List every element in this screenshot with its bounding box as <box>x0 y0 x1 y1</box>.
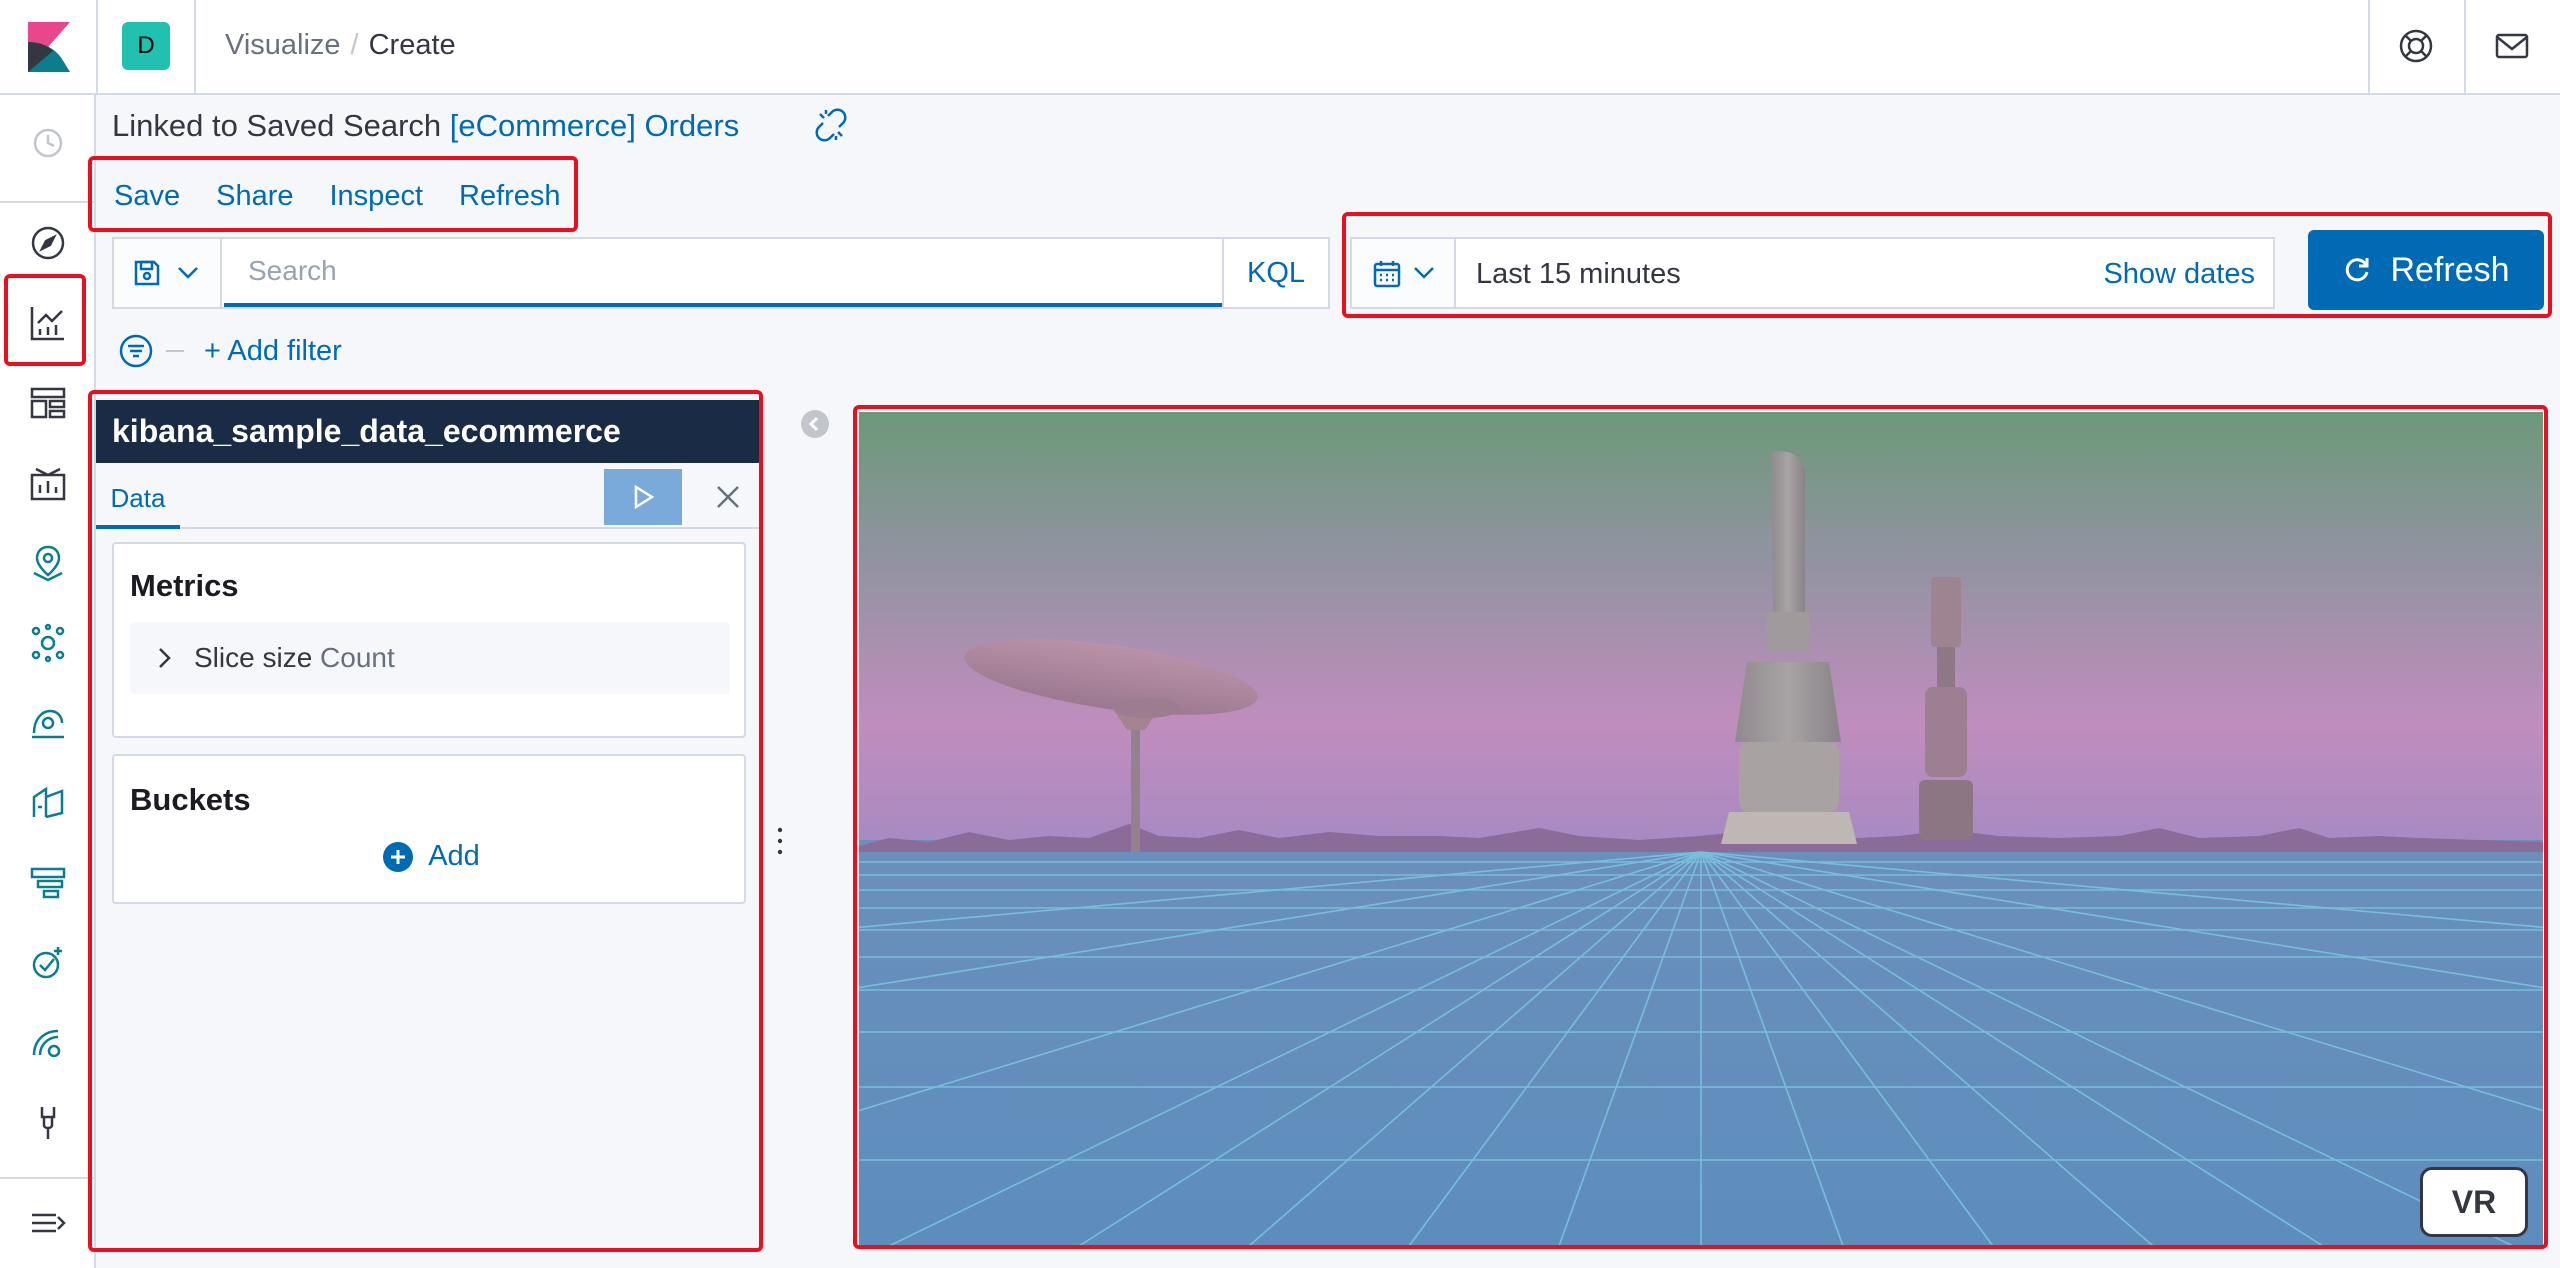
breadcrumb-create: Create <box>368 29 456 61</box>
save-button[interactable]: Save <box>114 180 180 213</box>
quick-menu-button[interactable] <box>1352 239 1456 307</box>
dev-tools-icon[interactable] <box>28 1023 68 1063</box>
metric-agg-type: Count <box>320 642 395 673</box>
help-icon[interactable] <box>2398 28 2434 64</box>
chevron-down-icon <box>178 267 198 279</box>
header-divider <box>2368 0 2370 95</box>
show-dates-button[interactable]: Show dates <box>2103 258 2255 291</box>
top-nav-menu: Save Share Inspect Refresh <box>114 180 561 213</box>
date-picker: Last 15 minutes Show dates <box>1350 237 2275 309</box>
canvas-icon[interactable] <box>28 463 68 503</box>
tab-data[interactable]: Data <box>96 463 180 529</box>
filter-separator <box>166 350 184 352</box>
saved-search-name[interactable]: [eCommerce] Orders <box>450 108 739 143</box>
calendar-icon <box>1373 261 1401 288</box>
metric-agg-label: Slice size Count <box>194 642 395 674</box>
kql-language-toggle[interactable]: KQL <box>1222 239 1328 307</box>
collapse-sidebar-icon[interactable] <box>801 410 829 438</box>
header-divider <box>2464 0 2466 95</box>
saved-query-button[interactable] <box>114 239 222 307</box>
index-pattern-title: kibana_sample_data_ecommerce <box>96 400 760 463</box>
recently-viewed-icon[interactable] <box>28 123 68 163</box>
refresh-menu-button[interactable]: Refresh <box>459 180 561 213</box>
metrics-panel: Metrics Slice size Count <box>112 542 746 738</box>
filter-bar: + Add filter <box>118 333 342 369</box>
inspect-button[interactable]: Inspect <box>330 180 424 213</box>
logs-app-icon[interactable] <box>28 783 68 823</box>
refresh-button-label: Refresh <box>2390 250 2510 289</box>
apm-icon[interactable] <box>28 863 68 903</box>
visualization-3d-scene[interactable] <box>859 412 2543 1246</box>
discard-close-icon[interactable] <box>708 477 748 517</box>
chevron-down-icon <box>1414 267 1434 279</box>
unlink-icon[interactable] <box>814 108 848 142</box>
nav-divider <box>0 201 96 203</box>
add-bucket-button[interactable]: Add <box>114 840 748 873</box>
search-input[interactable] <box>224 239 1224 307</box>
dashboard-icon[interactable] <box>28 383 68 423</box>
expand-nav-icon[interactable] <box>28 1203 68 1243</box>
machine-learning-icon[interactable] <box>28 623 68 663</box>
resize-handle-icon[interactable] <box>776 826 784 856</box>
vr-scene-image <box>859 412 2543 1246</box>
header-divider <box>96 0 98 95</box>
metrics-app-icon[interactable] <box>28 703 68 743</box>
header-divider <box>194 0 196 95</box>
discover-compass-icon[interactable] <box>28 223 68 263</box>
metrics-title: Metrics <box>130 568 239 603</box>
saved-search-prefix: Linked to Saved Search <box>112 108 442 143</box>
chevron-right-icon[interactable] <box>150 644 178 672</box>
kibana-logo-icon[interactable] <box>28 22 70 72</box>
refresh-icon <box>2346 258 2369 282</box>
filter-options-icon[interactable] <box>118 333 154 369</box>
management-wrench-icon[interactable] <box>28 1103 68 1143</box>
query-bar: KQL <box>112 237 1330 309</box>
metric-agg-slice-size[interactable]: Slice size Count <box>130 622 730 694</box>
enter-vr-button[interactable]: VR <box>2420 1167 2528 1237</box>
breadcrumb: Visualize / Create <box>225 29 456 62</box>
mail-icon[interactable] <box>2494 28 2530 64</box>
time-range-text[interactable]: Last 15 minutes <box>1476 258 1681 291</box>
buckets-panel: Buckets Add <box>112 754 746 904</box>
space-avatar[interactable]: D <box>122 22 170 70</box>
breadcrumb-visualize[interactable]: Visualize <box>225 29 341 61</box>
maps-icon[interactable] <box>28 543 68 583</box>
add-bucket-label: Add <box>428 840 480 872</box>
visualize-icon[interactable] <box>28 303 68 343</box>
refresh-button[interactable]: Refresh <box>2308 230 2544 310</box>
side-nav <box>0 95 96 1268</box>
play-icon <box>634 484 655 510</box>
metric-agg-name: Slice size <box>194 642 313 673</box>
breadcrumb-separator: / <box>350 29 359 61</box>
editor-tabs: Data <box>96 463 760 529</box>
add-filter-button[interactable]: + Add filter <box>204 335 342 368</box>
save-disk-icon <box>134 260 160 286</box>
buckets-title: Buckets <box>130 782 251 817</box>
visualization-editor: kibana_sample_data_ecommerce Data Metric… <box>96 400 760 1254</box>
nav-divider <box>0 1177 96 1179</box>
share-button[interactable]: Share <box>216 180 293 213</box>
plus-in-circle-icon <box>383 841 414 872</box>
saved-search-link-text: Linked to Saved Search [eCommerce] Order… <box>112 108 739 144</box>
uptime-icon[interactable] <box>28 943 68 983</box>
top-header: D Visualize / Create <box>0 0 2560 95</box>
apply-changes-button[interactable] <box>604 469 682 525</box>
